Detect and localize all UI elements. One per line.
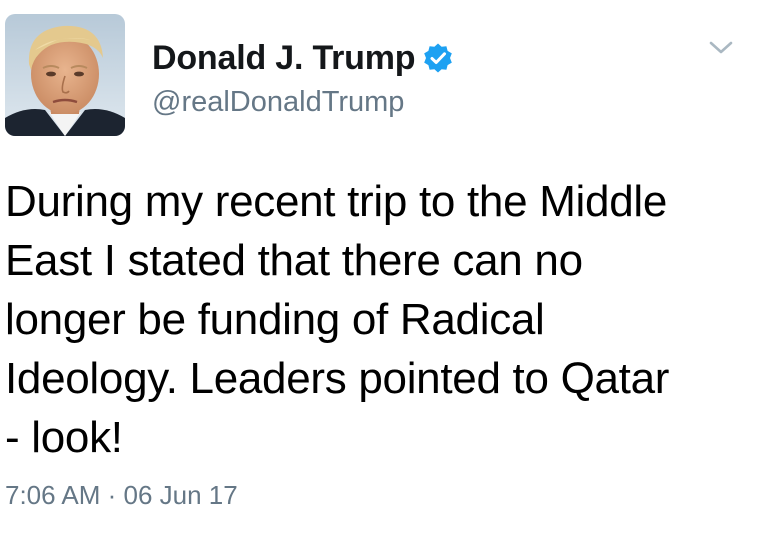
avatar[interactable] <box>5 14 125 136</box>
author-handle[interactable]: @realDonaldTrump <box>152 86 404 119</box>
chevron-down-icon[interactable] <box>706 36 736 60</box>
tweet-card: Donald J. Trump @realDonaldTrump During … <box>0 0 766 536</box>
verified-badge-icon <box>422 42 454 74</box>
display-name[interactable]: Donald J. Trump <box>152 39 416 78</box>
tweet-text: During my recent trip to the Middle East… <box>5 177 670 462</box>
tweet-timestamp[interactable]: 7:06 AM · 06 Jun 17 <box>5 480 238 511</box>
author-name-row[interactable]: Donald J. Trump <box>152 34 454 82</box>
profile-photo <box>5 14 125 136</box>
